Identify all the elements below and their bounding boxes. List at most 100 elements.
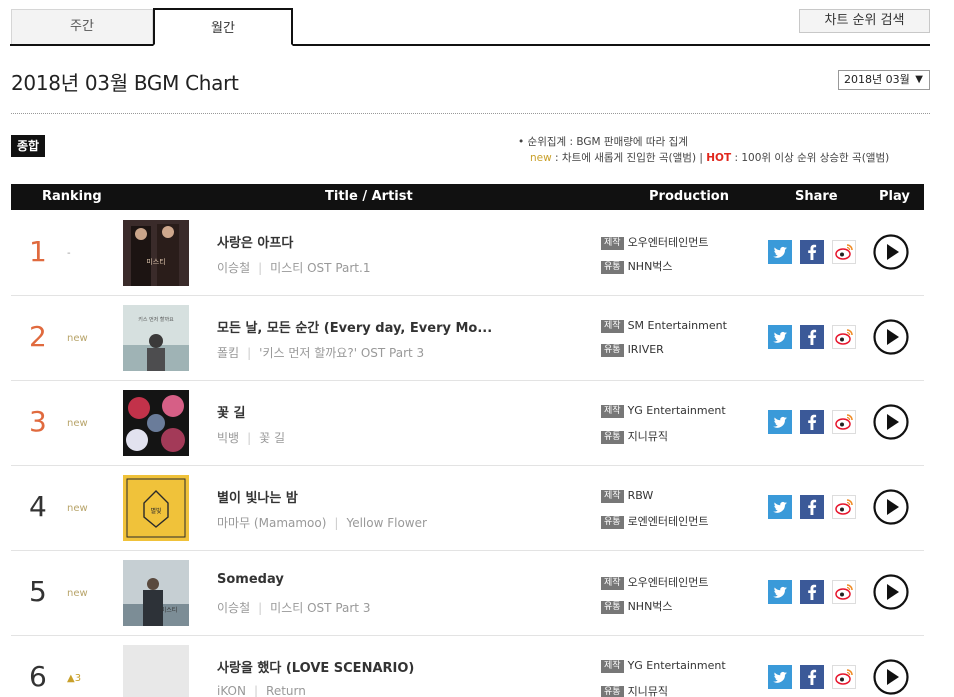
chart-row: 1 - 미스티 사랑은 아프다 이승철 | 미스티 OST Part.1 제작 오우엔… [11,211,924,296]
play-button-icon[interactable] [873,319,909,355]
facebook-share-icon[interactable] [800,495,824,519]
production-distributor: 유통 지니뮤직 [601,683,668,697]
divider [11,113,930,114]
maker-name: 오우엔터테인먼트 [627,236,709,249]
artist-name[interactable]: 빅뱅 [217,431,239,445]
period-tabs: 주간 월간 [10,8,930,46]
facebook-share-icon[interactable] [800,240,824,264]
month-select-value: 2018년 03월 [844,73,910,86]
rank-number: 1 [29,235,47,268]
song-title[interactable]: 사랑을 했다 (LOVE SCENARIO) [217,657,414,676]
song-title[interactable]: 별이 빛나는 밤 [217,487,298,506]
svg-text:별빛: 별빛 [150,507,162,515]
play-button-icon[interactable] [873,404,909,440]
hot-label: HOT [706,152,732,164]
production-maker: 제작 오우엔터테인먼트 [601,574,709,590]
col-play: Play [879,189,910,204]
facebook-share-icon[interactable] [800,580,824,604]
chart-row: 2 new 키스 먼저 할까요 모든 날, 모든 순간 (Every day, … [11,296,924,381]
new-label: new [530,152,552,164]
production-distributor: 유통 IRIVER [601,343,664,357]
production-maker: 제작 YG Entertainment [601,659,726,673]
rank-change: new [67,588,88,599]
rank-number: 5 [29,575,47,608]
rank-change: - [67,248,71,259]
production-maker: 제작 SM Entertainment [601,319,727,333]
maker-name: 오우엔터테인먼트 [627,576,709,589]
weibo-share-icon[interactable] [832,325,856,349]
album-name[interactable]: '키스 먼저 할까요?' OST Part 3 [259,346,424,360]
month-select[interactable]: 2018년 03월 ▼ [838,70,930,90]
album-name[interactable]: 미스티 OST Part.1 [270,261,370,275]
weibo-share-icon[interactable] [832,410,856,434]
rank-change: new [67,418,88,429]
distributor-name: 지니뮤직 [627,685,669,697]
production-distributor: 유통 로엔엔터테인먼트 [601,513,709,529]
chart-row: 6 ▲3 사랑을 했다 (LOVE SCENARIO) iKON | Return … [11,636,924,697]
chart-notes: • 순위집계 : BGM 판매량에 따라 집계 new : 차트에 새롭게 진입… [518,134,889,166]
artist-album-line: 마마무 (Mamamoo) | Yellow Flower [217,514,427,531]
col-production: Production [649,189,729,204]
distributor-name: NHN벅스 [627,600,673,613]
production-distributor: 유통 NHN벅스 [601,258,673,274]
dropdown-arrow-icon: ▼ [915,74,923,85]
song-title[interactable]: 꽃 길 [217,402,245,421]
album-name[interactable]: Return [266,684,306,697]
weibo-share-icon[interactable] [832,665,856,689]
chart-row: 3 new 꽃 길 빅뱅 | 꽃 길 제작 YG Entertainment 유통 지니… [11,381,924,466]
distributor-name: 로엔엔터테인먼트 [627,515,709,528]
album-name[interactable]: 미스티 OST Part 3 [270,601,370,615]
twitter-share-icon[interactable] [768,410,792,434]
twitter-share-icon[interactable] [768,325,792,349]
distributor-tag: 유통 [601,431,624,444]
chart-row: 5 new 미스티 Someday 이승철 | 미스티 OST Part 3 제작 오… [11,551,924,636]
weibo-share-icon[interactable] [832,580,856,604]
artist-name[interactable]: 마마무 (Mamamoo) [217,516,326,530]
distributor-name: 지니뮤직 [627,430,669,443]
song-title[interactable]: Someday [217,572,284,587]
tab-weekly[interactable]: 주간 [11,9,153,44]
twitter-share-icon[interactable] [768,580,792,604]
album-name[interactable]: Yellow Flower [346,516,426,530]
song-title[interactable]: 모든 날, 모든 순간 (Every day, Every Mo... [217,317,492,336]
twitter-share-icon[interactable] [768,665,792,689]
chart-table-header: Ranking Title / Artist Production Share … [11,184,924,210]
facebook-share-icon[interactable] [800,410,824,434]
song-title[interactable]: 사랑은 아프다 [217,232,293,251]
play-button-icon[interactable] [873,659,909,695]
weibo-share-icon[interactable] [832,240,856,264]
play-button-icon[interactable] [873,489,909,525]
artist-album-line: 빅뱅 | 꽃 길 [217,429,285,446]
tab-monthly[interactable]: 월간 [153,8,293,46]
play-button-icon[interactable] [873,234,909,270]
distributor-tag: 유통 [601,344,624,357]
note-new-desc: : 차트에 새롭게 진입한 곡(앨범) | [551,152,707,164]
album-cover[interactable]: 별빛 [123,475,189,541]
col-share: Share [795,189,838,204]
album-cover[interactable]: 미스티 [123,560,189,626]
separator: | [247,431,252,445]
album-cover[interactable]: 키스 먼저 할까요 [123,305,189,371]
maker-tag: 제작 [601,490,624,503]
twitter-share-icon[interactable] [768,240,792,264]
facebook-share-icon[interactable] [800,325,824,349]
artist-album-line: 폴킴 | '키스 먼저 할까요?' OST Part 3 [217,344,424,361]
production-maker: 제작 오우엔터테인먼트 [601,234,709,250]
album-cover[interactable] [123,645,189,697]
chart-rank-search-button[interactable]: 차트 순위 검색 [799,9,930,33]
artist-name[interactable]: 폴킴 [217,346,239,360]
artist-name[interactable]: iKON [217,684,246,697]
album-name[interactable]: 꽃 길 [259,431,285,445]
separator: | [334,516,339,530]
maker-tag: 제작 [601,320,624,333]
weibo-share-icon[interactable] [832,495,856,519]
facebook-share-icon[interactable] [800,665,824,689]
album-cover[interactable] [123,390,189,456]
artist-name[interactable]: 이승철 [217,261,250,275]
twitter-share-icon[interactable] [768,495,792,519]
artist-name[interactable]: 이승철 [217,601,250,615]
note-hot-desc: : 100위 이상 순위 상승한 곡(앨범) [731,152,890,164]
play-button-icon[interactable] [873,574,909,610]
maker-name: SM Entertainment [627,319,727,332]
album-cover[interactable]: 미스티 [123,220,189,286]
